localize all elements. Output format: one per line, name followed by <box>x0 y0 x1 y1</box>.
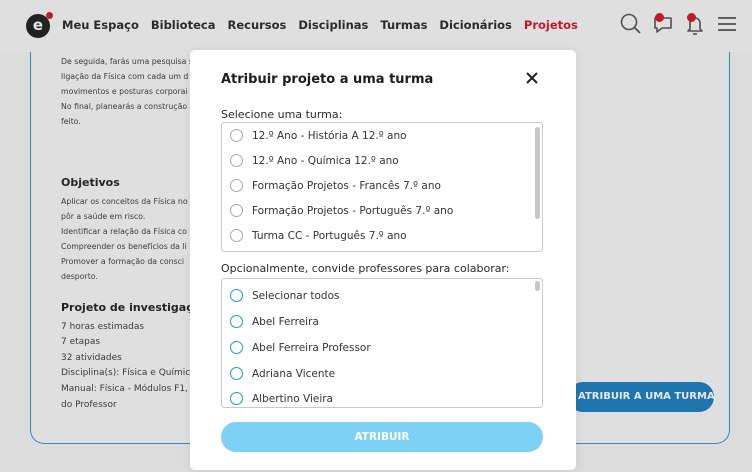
class-option[interactable]: Formação Projetos - Francês 7.º ano <box>230 179 441 192</box>
assign-submit-button[interactable]: ATRIBUIR <box>221 422 543 452</box>
class-option-label: Formação Projetos - Francês 7.º ano <box>252 179 441 192</box>
radio-button[interactable] <box>230 315 243 328</box>
class-option-label: Formação Projetos - Português 7.º ano <box>252 204 454 217</box>
class-list-scrollbar[interactable] <box>535 127 540 219</box>
class-option-label: 12.º Ano - Química 12.º ano <box>252 154 399 167</box>
class-select-label: Selecione uma turma: <box>221 108 343 121</box>
assign-project-modal: Atribuir projeto a uma turma Selecione u… <box>190 50 576 470</box>
select-all-option[interactable]: Selecionar todos <box>230 289 339 302</box>
modal-title: Atribuir projeto a uma turma <box>221 72 434 87</box>
class-list[interactable]: 12.º Ano - História A 12.º ano 12.º Ano … <box>221 122 543 252</box>
radio-button[interactable] <box>230 367 243 380</box>
radio-button[interactable] <box>230 129 243 142</box>
radio-button[interactable] <box>230 154 243 167</box>
close-icon[interactable] <box>524 70 540 86</box>
class-option[interactable]: 12.º Ano - História A 12.º ano <box>230 129 407 142</box>
teachers-label: Opcionalmente, convide professores para … <box>221 262 510 275</box>
teacher-list[interactable]: Selecionar todos Abel Ferreira Abel Ferr… <box>221 278 543 408</box>
teacher-option[interactable]: Albertino Vieira <box>230 392 333 405</box>
teacher-option-label: Abel Ferreira Professor <box>252 341 371 354</box>
radio-button[interactable] <box>230 289 243 302</box>
radio-button[interactable] <box>230 392 243 405</box>
teacher-option[interactable]: Abel Ferreira <box>230 315 319 328</box>
class-option-label: 12.º Ano - História A 12.º ano <box>252 129 407 142</box>
teacher-option[interactable]: Adriana Vicente <box>230 367 335 380</box>
teacher-option-label: Albertino Vieira <box>252 392 333 405</box>
teacher-option[interactable]: Abel Ferreira Professor <box>230 341 371 354</box>
teacher-option-label: Selecionar todos <box>252 289 340 302</box>
teacher-option-label: Abel Ferreira <box>252 315 319 328</box>
class-option[interactable]: 12.º Ano - Química 12.º ano <box>230 154 399 167</box>
class-option-label: Turma CC - Português 7.º ano <box>252 229 407 242</box>
class-option[interactable]: Turma CC - Português 7.º ano <box>230 229 407 242</box>
radio-button[interactable] <box>230 204 243 217</box>
class-option[interactable]: Formação Projetos - Português 7.º ano <box>230 204 453 217</box>
teacher-option-label: Adriana Vicente <box>252 367 336 380</box>
radio-button[interactable] <box>230 341 243 354</box>
radio-button[interactable] <box>230 179 243 192</box>
teacher-list-scrollbar[interactable] <box>535 281 540 291</box>
radio-button[interactable] <box>230 229 243 242</box>
